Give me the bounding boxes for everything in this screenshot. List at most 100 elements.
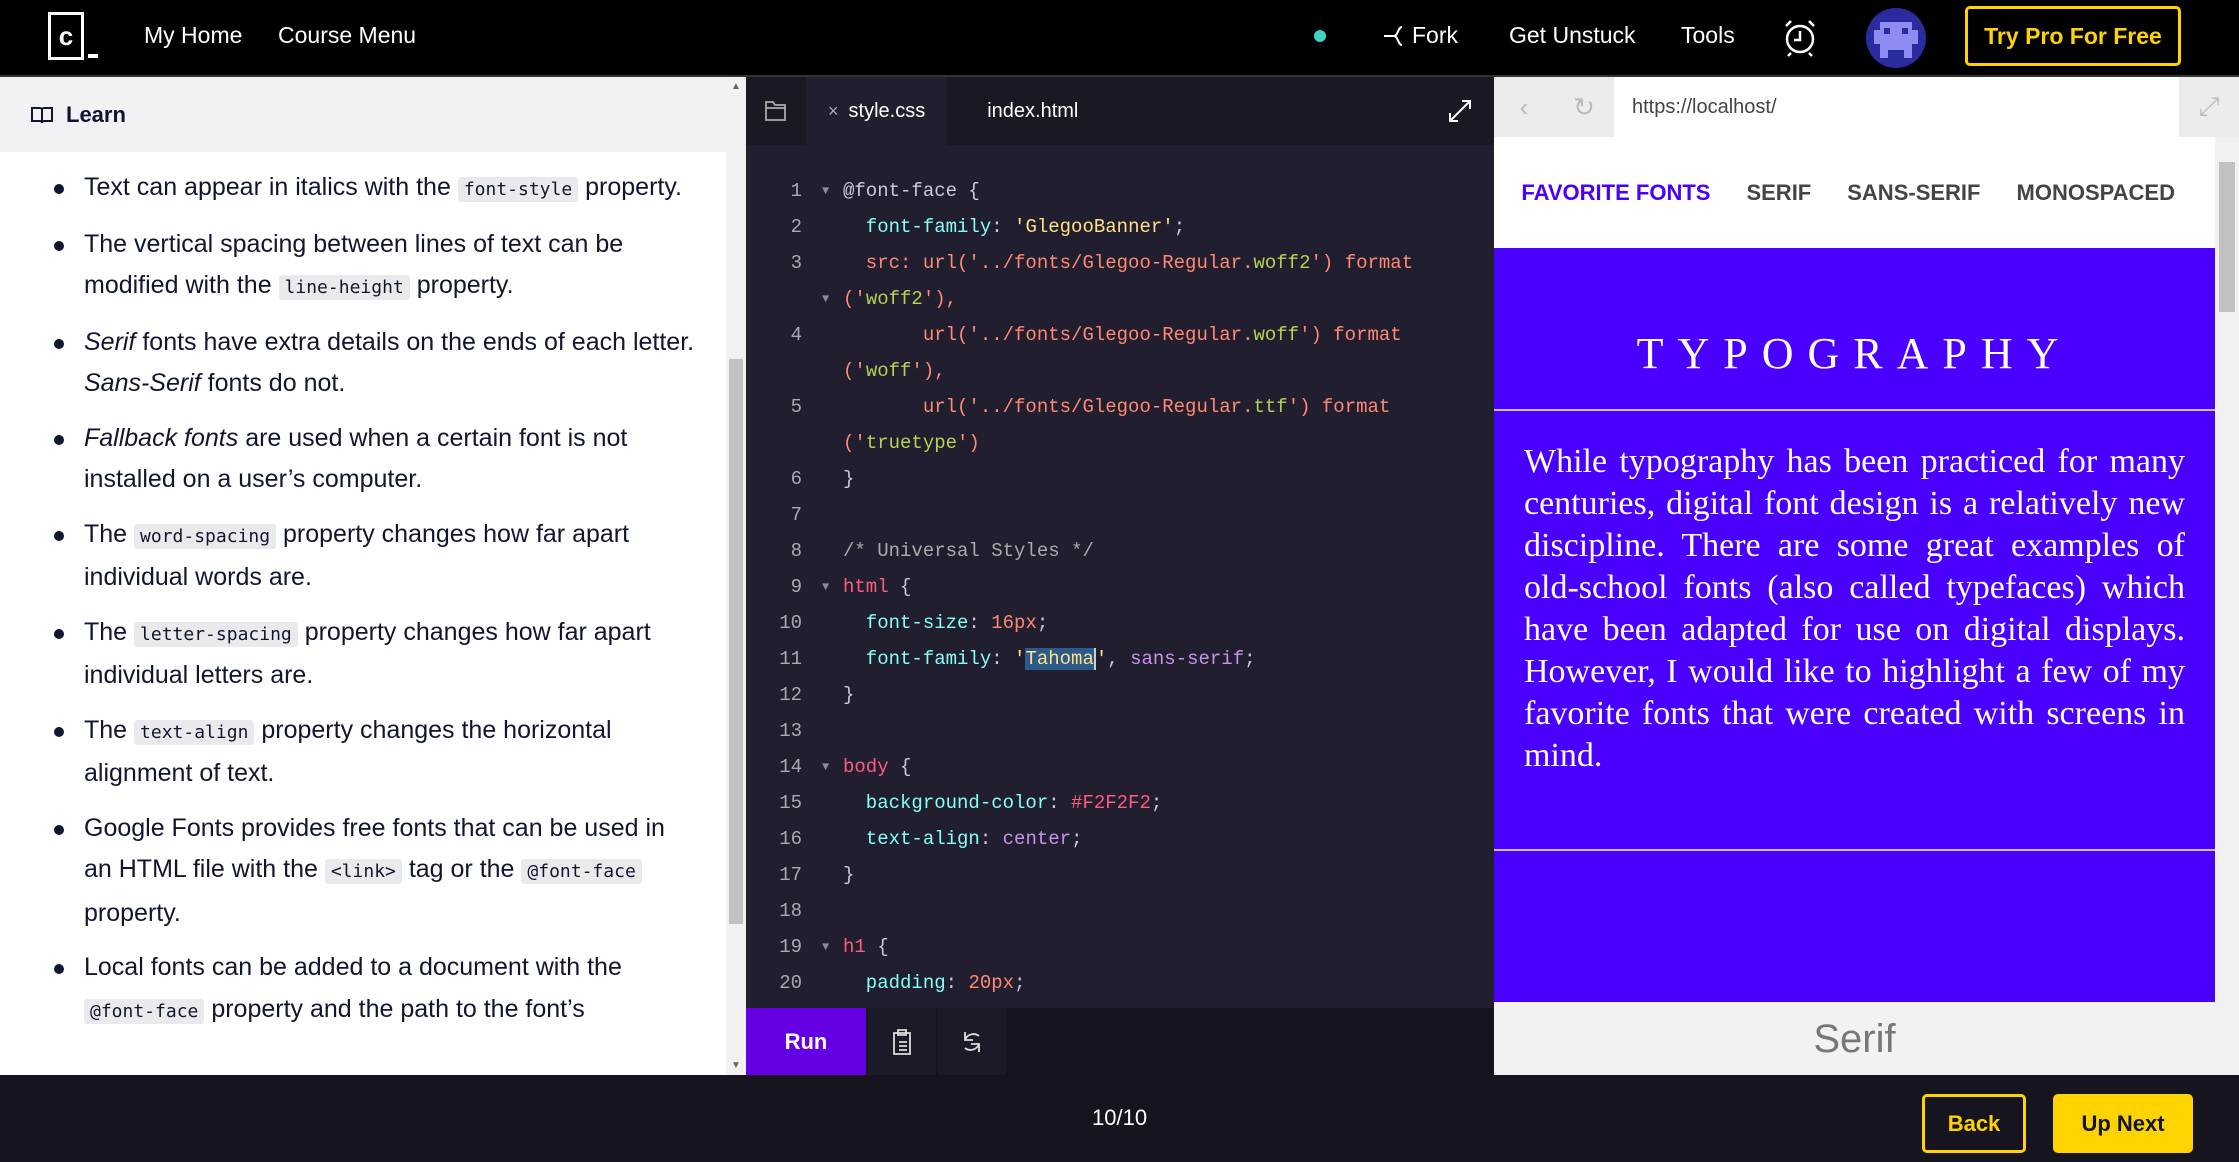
learn-scrollbar[interactable]: ▲ ▼: [726, 77, 746, 1075]
code-text: padding: 20px;: [843, 965, 1026, 1001]
preview-nav: FAVORITE FONTS SERIF SANS-SERIF MONOSPAC…: [1494, 137, 2215, 248]
alarm-clock-icon[interactable]: [1782, 18, 1818, 58]
code-token: @font-face: [843, 180, 969, 202]
code-line: 17}: [746, 857, 1494, 893]
preview-nav-favorite-fonts[interactable]: FAVORITE FONTS: [1521, 180, 1710, 206]
code-text: }: [843, 857, 854, 893]
back-button[interactable]: Back: [1922, 1094, 2026, 1153]
preview-nav-serif[interactable]: SERIF: [1746, 180, 1811, 206]
line-number: 2: [790, 216, 802, 238]
tab-label: index.html: [987, 99, 1079, 122]
scrollbar-thumb[interactable]: [2219, 162, 2235, 312]
fold-arrow-icon[interactable]: ▼: [822, 749, 829, 785]
code-token: woff2: [1253, 252, 1311, 274]
file-browser-button[interactable]: [746, 77, 806, 145]
reload-icon[interactable]: ↻: [1554, 77, 1614, 137]
preview-nav-monospaced[interactable]: MONOSPACED: [2017, 180, 2176, 206]
folder-icon: [765, 101, 786, 121]
fold-arrow-icon[interactable]: ▼: [822, 929, 829, 965]
item-text: fonts have extra details on the ends of …: [135, 327, 695, 356]
code-token: ;: [1036, 612, 1049, 634]
code-token: (': [843, 432, 866, 454]
code-token: truetype: [865, 432, 958, 454]
clipboard-icon: [893, 1028, 911, 1055]
code-line: 10 font-size: 16px;: [746, 605, 1494, 641]
code-token: ': [1095, 648, 1108, 670]
tab-index-html[interactable]: index.html: [947, 77, 1100, 145]
inline-code: letter-spacing: [134, 621, 298, 647]
code-token: :: [1048, 792, 1072, 814]
code-token: src: url('../fonts/Glegoo-Regular.: [843, 252, 1254, 274]
reset-button[interactable]: [938, 1008, 1006, 1075]
code-token: :: [968, 612, 992, 634]
inline-code: word-spacing: [134, 523, 277, 549]
line-number: 17: [779, 864, 802, 886]
code-token: ;: [1173, 216, 1186, 238]
preview-nav-sans-serif[interactable]: SANS-SERIF: [1847, 180, 1980, 206]
run-button[interactable]: Run: [746, 1008, 866, 1075]
code-text: html {: [843, 569, 911, 605]
inline-code: font-style: [457, 177, 579, 202]
code-line: 12}: [746, 677, 1494, 713]
tab-style-css[interactable]: × style.css: [806, 77, 948, 145]
inline-code: text-align: [134, 719, 255, 745]
serif-section-heading: Serif: [1813, 1017, 1896, 1061]
try-pro-button[interactable]: Try Pro For Free: [1965, 6, 2181, 66]
browser-url-bar: ‹ ↻ https://localhost/ ⤢: [1494, 77, 2239, 137]
line-number: 7: [790, 504, 802, 526]
learn-list-item: Google Fonts provides free fonts that ca…: [54, 808, 696, 935]
code-token: font-family: [843, 648, 992, 670]
user-avatar[interactable]: [1866, 8, 1926, 68]
fold-arrow-icon[interactable]: ▼: [822, 281, 829, 317]
code-line: 13: [746, 713, 1494, 749]
fullscreen-icon[interactable]: ⤢: [2179, 77, 2239, 137]
learn-list-item: The text-align property changes the hori…: [54, 710, 696, 795]
code-token: woff2: [865, 288, 923, 310]
close-tab-icon[interactable]: ×: [828, 101, 839, 122]
item-text: property.: [578, 173, 682, 201]
code-line: 5 url('../fonts/Glegoo-Regular.ttf') for…: [746, 389, 1494, 425]
code-line: 6}: [746, 461, 1494, 497]
item-text: property.: [409, 271, 514, 299]
code-token: woff: [865, 360, 912, 382]
fold-arrow-icon[interactable]: ▼: [822, 569, 829, 605]
line-number: 11: [779, 648, 802, 670]
fold-arrow-icon[interactable]: ▼: [822, 173, 829, 209]
code-token: /* Universal Styles */: [843, 540, 1094, 562]
nav-my-home[interactable]: My Home: [144, 22, 242, 49]
nav-course-menu[interactable]: Course Menu: [278, 22, 416, 49]
hero-paragraph: While typography has been practiced for …: [1494, 411, 2215, 851]
code-area[interactable]: 1 ▼ @font-face {2 font-family: 'GlegooBann…: [746, 173, 1494, 1001]
preview-page: FAVORITE FONTS SERIF SANS-SERIF MONOSPAC…: [1494, 137, 2215, 1075]
line-number: 15: [779, 792, 802, 814]
code-text: url('../fonts/Glegoo-Regular.woff') form…: [843, 317, 1402, 353]
scrollbar-thumb[interactable]: [729, 359, 743, 924]
copy-button[interactable]: [868, 1008, 936, 1075]
inline-code: <link>: [324, 859, 402, 884]
refresh-icon: [964, 1031, 980, 1052]
expand-editor-icon[interactable]: [1446, 97, 1474, 125]
learn-list-item: Text can appear in italics with the font…: [54, 167, 696, 211]
up-next-button[interactable]: Up Next: [2053, 1094, 2193, 1153]
item-text: Local fonts can be added to a document w…: [84, 953, 622, 981]
line-number: 14: [779, 756, 802, 778]
url-field[interactable]: https://localhost/: [1614, 77, 2179, 137]
get-unstuck-button[interactable]: Get Unstuck: [1509, 22, 1636, 49]
tools-button[interactable]: Tools: [1681, 22, 1735, 49]
scroll-down-icon[interactable]: ▼: [731, 1060, 741, 1071]
browser-preview: ‹ ↻ https://localhost/ ⤢ FAVORITE FONTS …: [1494, 77, 2239, 1075]
item-text: Sans-Serif: [84, 369, 201, 397]
back-arrow-icon[interactable]: ‹: [1494, 77, 1554, 137]
code-token: woff: [1253, 324, 1300, 346]
fork-button[interactable]: Fork: [1382, 22, 1458, 49]
code-line: 15 background-color: #F2F2F2;: [746, 785, 1494, 821]
scroll-up-icon[interactable]: ▲: [731, 81, 741, 92]
line-number: 5: [790, 396, 802, 418]
line-number: 13: [779, 720, 802, 742]
code-line: 11 font-family: 'Tahoma ', sans-serif;: [746, 641, 1494, 677]
preview-scrollbar[interactable]: [2215, 137, 2239, 1075]
code-token: }: [843, 468, 855, 490]
codecademy-logo[interactable]: c: [48, 12, 108, 62]
line-number: 4: [790, 324, 802, 346]
code-token: ': [1014, 648, 1026, 670]
